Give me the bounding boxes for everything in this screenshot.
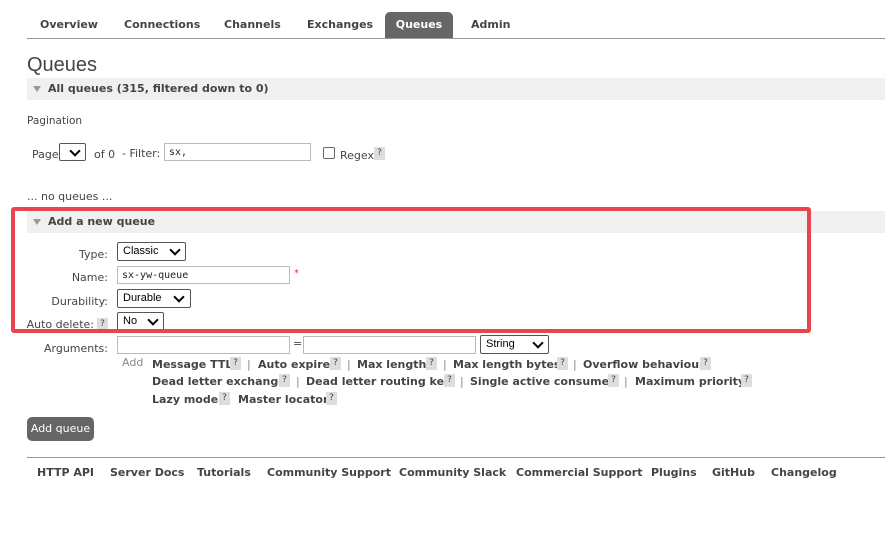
separator: |: [624, 375, 628, 388]
footer-link-changelog[interactable]: Changelog: [771, 466, 837, 479]
argument-add-label: Add: [122, 356, 144, 369]
chevron-down-icon: [532, 337, 544, 349]
tab-exchanges[interactable]: Exchanges: [307, 12, 373, 38]
help-icon[interactable]: ?: [326, 392, 337, 405]
argument-key-input[interactable]: [117, 336, 290, 354]
separator: |: [296, 375, 300, 388]
no-queues-message: ... no queues ...: [27, 190, 113, 203]
argument-equals: =: [293, 337, 303, 350]
separator: |: [460, 375, 464, 388]
chevron-down-icon: [69, 145, 81, 157]
tab-overview[interactable]: Overview: [40, 12, 98, 38]
argument-type-select[interactable]: String: [480, 335, 549, 354]
page-count-label: of 0: [94, 148, 116, 161]
help-icon[interactable]: ?: [279, 374, 290, 387]
arg-link-max-length[interactable]: Max length: [357, 358, 426, 371]
footer-link-community-support[interactable]: Community Support: [267, 466, 391, 479]
arguments-label: Arguments:: [43, 342, 108, 355]
help-icon[interactable]: ?: [557, 357, 568, 370]
collapse-triangle-icon: [33, 86, 41, 92]
separator: |: [247, 358, 251, 371]
footer-link-tutorials[interactable]: Tutorials: [197, 466, 251, 479]
footer-link-community-slack[interactable]: Community Slack: [399, 466, 506, 479]
tab-connections[interactable]: Connections: [124, 12, 200, 38]
all-queues-label: All queues (315, filtered down to 0): [48, 82, 269, 95]
help-icon[interactable]: ?: [230, 357, 241, 370]
all-queues-section-toggle[interactable]: All queues (315, filtered down to 0): [27, 78, 885, 100]
tab-channels[interactable]: Channels: [224, 12, 281, 38]
top-nav-tabs: Overview Connections Channels Exchanges …: [27, 12, 885, 39]
page-title: Queues: [27, 54, 98, 76]
regex-label: Regex: [340, 149, 374, 162]
arg-link-dead-letter-exchange[interactable]: Dead letter exchange: [152, 375, 286, 388]
argument-value-input[interactable]: [303, 336, 476, 354]
help-icon[interactable]: ?: [444, 374, 455, 387]
help-icon[interactable]: ?: [700, 357, 711, 370]
footer-link-github[interactable]: GitHub: [712, 466, 755, 479]
separator: |: [347, 358, 351, 371]
page-select[interactable]: [59, 143, 86, 161]
arg-link-maximum-priority[interactable]: Maximum priority: [635, 375, 745, 388]
arg-link-lazy-mode[interactable]: Lazy mode: [152, 393, 218, 406]
help-icon[interactable]: ?: [426, 357, 437, 370]
arg-link-master-locator[interactable]: Master locator: [238, 393, 328, 406]
footer-link-server-docs[interactable]: Server Docs: [110, 466, 184, 479]
help-icon[interactable]: ?: [219, 392, 230, 405]
help-icon[interactable]: ?: [741, 374, 752, 387]
arg-link-max-length-bytes[interactable]: Max length bytes: [453, 358, 560, 371]
help-icon[interactable]: ?: [330, 357, 341, 370]
footer-link-commercial-support[interactable]: Commercial Support: [516, 466, 643, 479]
footer-nav: HTTP API Server Docs Tutorials Community…: [27, 457, 885, 488]
filter-input[interactable]: sx,: [164, 143, 311, 161]
separator: |: [443, 358, 447, 371]
arg-link-overflow-behaviour[interactable]: Overflow behaviour: [583, 358, 704, 371]
help-icon[interactable]: ?: [608, 374, 619, 387]
footer-link-plugins[interactable]: Plugins: [651, 466, 697, 479]
regex-help-icon[interactable]: ?: [374, 147, 385, 160]
tab-queues[interactable]: Queues: [385, 12, 453, 38]
pagination-label: Pagination: [27, 115, 83, 127]
arg-link-message-ttl[interactable]: Message TTL: [152, 358, 232, 371]
separator: |: [573, 358, 577, 371]
highlight-annotation-box: [11, 207, 811, 333]
page-label: Page: [32, 148, 59, 161]
footer-link-http-api[interactable]: HTTP API: [37, 466, 94, 479]
arg-link-auto-expire[interactable]: Auto expire: [258, 358, 330, 371]
arg-link-dead-letter-routing-key[interactable]: Dead letter routing key: [306, 375, 451, 388]
filter-label: - Filter:: [122, 147, 161, 160]
tab-admin[interactable]: Admin: [471, 12, 510, 38]
arg-link-single-active-consumer[interactable]: Single active consumer: [470, 375, 615, 388]
regex-checkbox[interactable]: [323, 147, 335, 159]
add-queue-button[interactable]: Add queue: [27, 417, 94, 441]
